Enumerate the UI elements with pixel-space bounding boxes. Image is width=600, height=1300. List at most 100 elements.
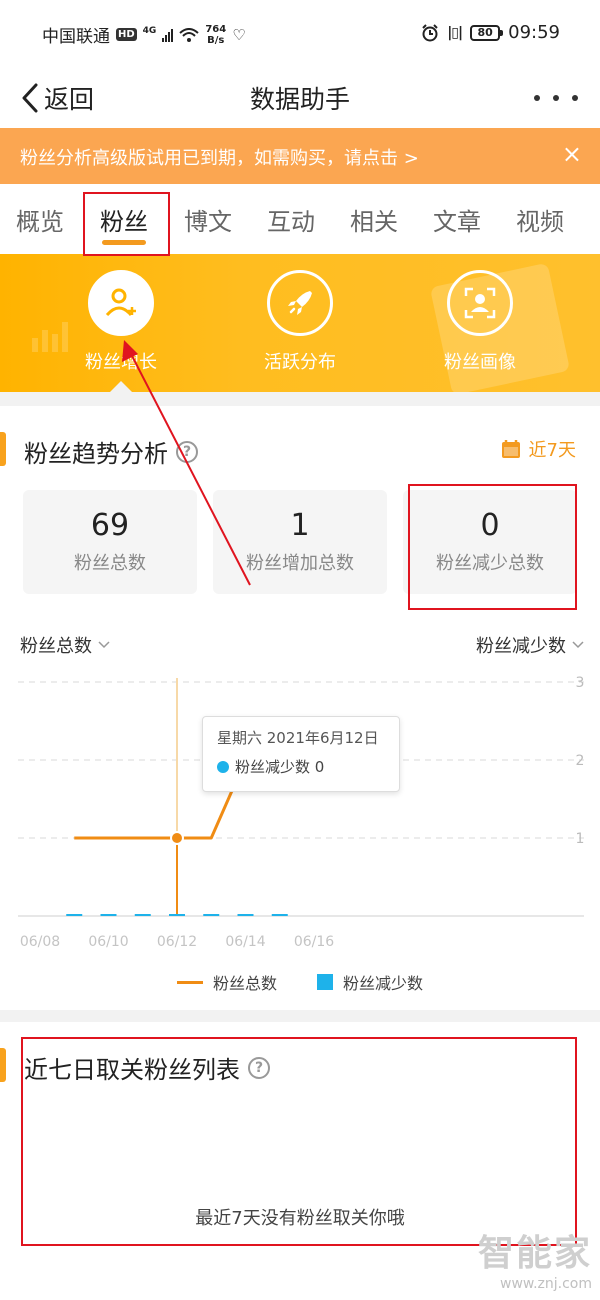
chart-canvas: 1 2 3 06/08 06/10 06/12 06/14 06/16 (18, 675, 585, 950)
heart-pulse-icon: ♡ (232, 25, 246, 44)
tab-fans[interactable]: 粉丝 (100, 202, 148, 237)
stat-fans-gained: 1 粉丝增加总数 (213, 490, 387, 594)
legend-line-swatch (176, 980, 203, 984)
highlight-point (170, 831, 184, 845)
bar-lost-fans (237, 914, 254, 916)
feature-pointer (110, 381, 132, 392)
clock: 09:59 (508, 22, 560, 43)
feature-fan-portrait[interactable]: 粉丝画像 (420, 270, 540, 374)
x-tick-label: 06/08 (20, 934, 60, 950)
unfollow-list-card: 近七日取关粉丝列表 ? 最近7天没有粉丝取关你哦 (0, 1022, 600, 1300)
y-tick-label: 1 (576, 831, 585, 847)
stat-value: 0 (480, 508, 500, 543)
user-plus-icon (105, 288, 136, 317)
wifi-icon (179, 27, 199, 42)
tab-articles[interactable]: 文章 (433, 202, 481, 237)
stat-value: 69 (90, 508, 130, 543)
feature-label: 粉丝增长 (85, 352, 157, 373)
trend-title: 粉丝趋势分析 (24, 440, 168, 468)
feature-label: 粉丝画像 (444, 352, 516, 373)
fan-trend-card: 粉丝趋势分析 ? 近7天 69 粉丝总数 1 粉丝增加总数 0 粉丝减少总数 粉… (0, 406, 600, 1010)
right-metric-select[interactable]: 粉丝减少数 (476, 632, 584, 658)
section-accent (0, 432, 6, 466)
left-metric-label: 粉丝总数 (20, 636, 92, 657)
carrier-name: 中国联通 (42, 27, 110, 47)
left-metric-select[interactable]: 粉丝总数 (20, 632, 110, 658)
legend-label: 粉丝减少数 (343, 974, 424, 993)
bar-lost-fans (271, 914, 288, 916)
fans-feature-strip: 粉丝增长 活跃分布 粉丝画像 (0, 254, 600, 392)
chevron-down-icon (98, 641, 110, 649)
x-tick-label: 06/16 (294, 934, 334, 950)
stat-label: 粉丝增加总数 (246, 553, 354, 574)
x-tick-label: 06/10 (88, 934, 128, 950)
speed-value: 764 (205, 23, 227, 35)
close-icon[interactable]: × (562, 140, 582, 168)
network-speed: 764 B/s (205, 24, 226, 46)
section-title: 近七日取关粉丝列表 ? (24, 1050, 270, 1085)
more-options-button[interactable] (534, 80, 578, 116)
tab-videos[interactable]: 视频 (516, 202, 564, 237)
bar-lost-fans (100, 914, 117, 916)
page-title: 数据助手 (249, 85, 350, 114)
chart-legend: 粉丝总数 粉丝减少数 (0, 970, 600, 994)
calendar-icon (501, 440, 520, 458)
speed-unit: B/s (207, 34, 225, 46)
help-icon[interactable]: ? (248, 1056, 270, 1079)
feature-active-distribution[interactable]: 活跃分布 (240, 270, 360, 374)
y-tick-label: 2 (576, 753, 585, 769)
date-range-picker[interactable]: 近7天 (501, 436, 576, 462)
legend-item-total[interactable]: 粉丝总数 (176, 970, 277, 994)
bar-lost-fans (134, 914, 151, 916)
section-title: 粉丝趋势分析 ? (24, 434, 198, 469)
x-tick-label: 06/12 (157, 934, 197, 950)
tab-posts[interactable]: 博文 (184, 202, 232, 237)
date-range-label: 近7天 (528, 440, 576, 461)
network-type: 4G (142, 25, 157, 36)
stat-total-fans: 69 粉丝总数 (23, 490, 197, 594)
stat-fans-lost: 0 粉丝减少总数 (403, 490, 577, 594)
trial-expired-banner: 粉丝分析高级版试用已到期，如需购买，请点击 > × (0, 128, 600, 184)
vibrate-icon: |▯| (447, 24, 463, 41)
status-right: |▯| 80 09:59 (421, 22, 560, 43)
feature-circle (267, 270, 333, 336)
bar-lost-fans (203, 914, 220, 916)
feature-fan-growth[interactable]: 粉丝增长 (61, 270, 181, 374)
status-bar: 中国联通 HD 4G 764 B/s ♡ |▯| 80 09:59 (0, 0, 600, 68)
status-left: 中国联通 HD 4G 764 B/s ♡ (42, 22, 246, 48)
y-tick-label: 3 (576, 675, 585, 691)
feature-circle (447, 270, 513, 336)
stat-value: 1 (290, 508, 310, 543)
section-accent (0, 1048, 6, 1082)
tooltip-date: 星期六 2021年6月12日 (217, 729, 379, 747)
help-icon[interactable]: ? (176, 440, 198, 463)
legend-bar-swatch (317, 974, 333, 990)
fan-trend-chart[interactable]: 1 2 3 06/08 06/10 06/12 06/14 06/16 星期六 2021年6月… (0, 668, 600, 958)
unfollow-title: 近七日取关粉丝列表 (24, 1056, 240, 1084)
legend-label: 粉丝总数 (212, 974, 277, 993)
tooltip-series-dot (217, 760, 229, 773)
portrait-icon (464, 287, 496, 319)
feature-label: 活跃分布 (264, 352, 336, 373)
stat-label: 粉丝减少总数 (436, 553, 544, 574)
right-metric-label: 粉丝减少数 (476, 636, 566, 657)
nav-bar: 返回 数据助手 (0, 68, 600, 128)
hd-badge: HD (116, 28, 137, 41)
bar-lost-fans (66, 914, 83, 916)
stat-label: 粉丝总数 (74, 553, 146, 574)
banner-link[interactable]: 粉丝分析高级版试用已到期，如需购买，请点击 > (20, 144, 419, 170)
feature-circle (88, 270, 154, 336)
tab-overview[interactable]: 概览 (16, 202, 64, 237)
bar-lost-fans (169, 914, 185, 916)
active-tab-indicator (102, 240, 146, 245)
tab-bar: 概览 粉丝 博文 互动 相关 文章 视频 (0, 184, 600, 254)
tab-related[interactable]: 相关 (350, 202, 398, 237)
tab-interaction[interactable]: 互动 (267, 202, 315, 237)
legend-item-lost[interactable]: 粉丝减少数 (317, 970, 423, 994)
tooltip-row: 粉丝减少数 0 (217, 756, 385, 777)
signal-icon (162, 28, 174, 42)
x-tick-label: 06/14 (225, 934, 265, 950)
alarm-icon (422, 23, 438, 41)
battery-icon: 80 (470, 24, 504, 41)
tooltip-series-value: 粉丝减少数 0 (235, 758, 325, 776)
